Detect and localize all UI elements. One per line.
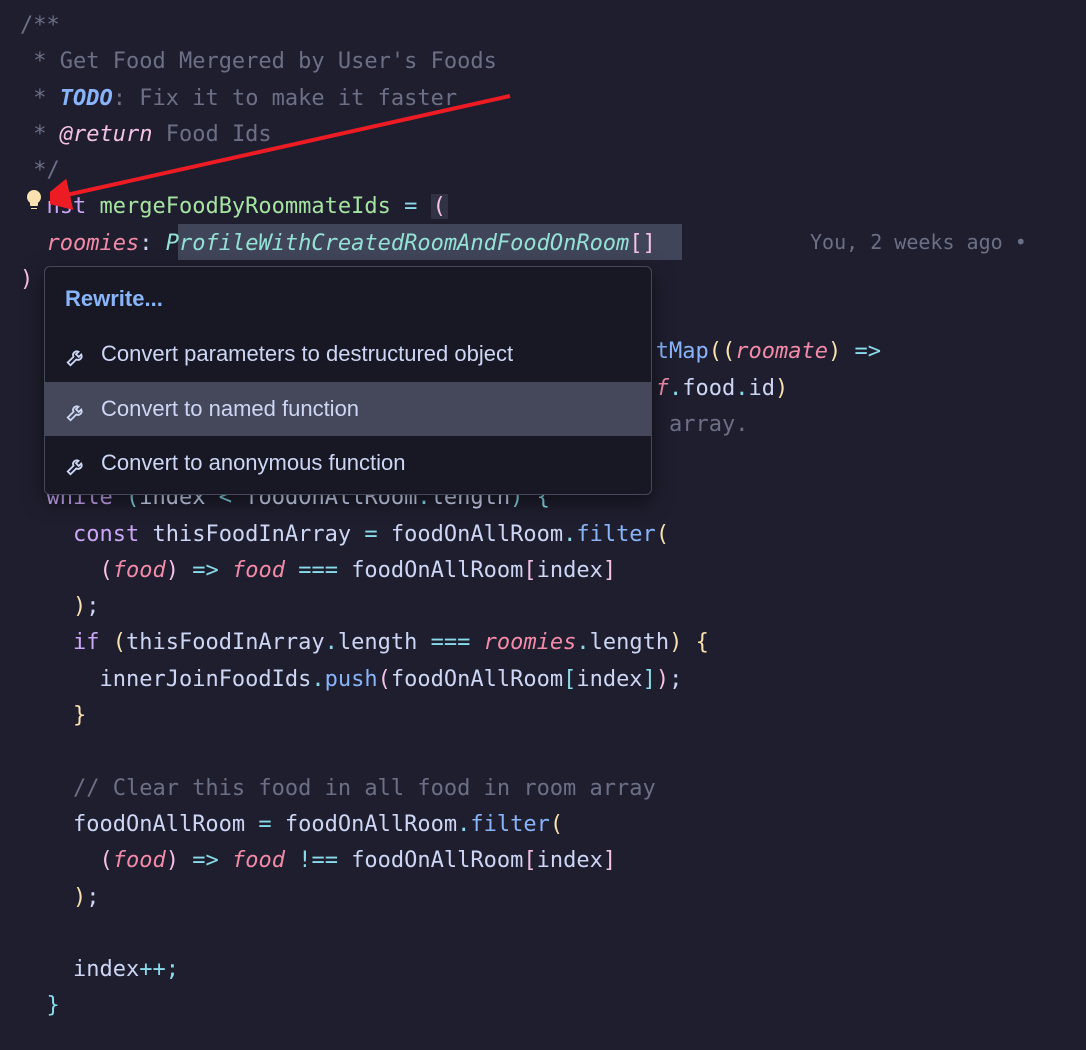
wrench-icon — [65, 398, 87, 420]
wrench-icon — [65, 343, 87, 365]
code-line: (food) => food === foodOnAllRoom[index] — [20, 553, 1086, 589]
code-line: } — [20, 698, 1086, 734]
code-line: if (thisFoodInArray.length === roomies.l… — [20, 625, 1086, 661]
menu-header: Rewrite... — [45, 271, 651, 327]
code-editor[interactable]: /** * Get Food Mergered by User's Foods … — [0, 0, 1086, 1025]
code-line: // Clear this food in all food in room a… — [20, 771, 1086, 807]
code-line: * TODO: Fix it to make it faster — [20, 81, 1086, 117]
code-action-menu[interactable]: Rewrite... Convert parameters to destruc… — [44, 266, 652, 495]
code-line: (food) => food !== foodOnAllRoom[index] — [20, 843, 1086, 879]
menu-item-convert-anonymous[interactable]: Convert to anonymous function — [45, 436, 651, 490]
menu-item-convert-destructured[interactable]: Convert parameters to destructured objec… — [45, 327, 651, 381]
code-line: /** — [20, 8, 1086, 44]
menu-item-label: Convert parameters to destructured objec… — [101, 336, 513, 372]
code-line: */ — [20, 153, 1086, 189]
code-line: * Get Food Mergered by User's Foods — [20, 44, 1086, 80]
code-line: index++; — [20, 952, 1086, 988]
code-line: foodOnAllRoom = foodOnAllRoom.filter( — [20, 807, 1086, 843]
menu-item-label: Convert to named function — [101, 391, 359, 427]
code-line: innerJoinFoodIds.push(foodOnAllRoom[inde… — [20, 662, 1086, 698]
code-line — [20, 916, 1086, 952]
code-line: ); — [20, 589, 1086, 625]
code-line — [20, 734, 1086, 770]
code-line: * @return Food Ids — [20, 117, 1086, 153]
code-line: roomies: ProfileWithCreatedRoomAndFoodOn… — [20, 226, 1086, 262]
code-line: } — [20, 988, 1086, 1024]
menu-item-label: Convert to anonymous function — [101, 445, 406, 481]
code-line: const thisFoodInArray = foodOnAllRoom.fi… — [20, 517, 1086, 553]
code-line: ); — [20, 880, 1086, 916]
menu-item-convert-named[interactable]: Convert to named function — [45, 382, 651, 436]
code-line: const mergeFoodByRoommateIds = ( — [20, 189, 1086, 225]
wrench-icon — [65, 452, 87, 474]
lightbulb-icon[interactable] — [22, 188, 46, 212]
